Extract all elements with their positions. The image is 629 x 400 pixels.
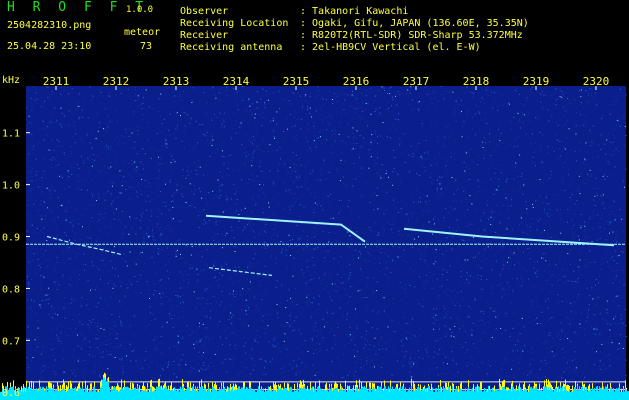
x-tick-label: 2311 (43, 75, 70, 88)
x-tick-label: 2312 (103, 75, 130, 88)
info-value-antenna: : 2el-HB9CV Vertical (el. E-W) (300, 42, 481, 53)
x-tick-label: 2320 (583, 75, 610, 88)
info-value-observer: : Takanori Kawachi (300, 6, 409, 17)
info-key-receiver: Receiver (180, 30, 229, 41)
y-tick-label: 0.7 (2, 336, 20, 347)
info-key-antenna: Receiving antenna (180, 42, 283, 53)
info-value-location: : Ogaki, Gifu, JAPAN (136.60E, 35.35N) (300, 18, 529, 29)
x-tick-label: 2314 (223, 75, 250, 88)
spectrogram-plot: 2311 2312 2313 2314 2315 2316 2317 2318 2319 2320… (0, 75, 629, 400)
x-tick-label: 2317 (403, 75, 430, 88)
header: H R O F F T 1.0.0 2504282310.png meteor … (0, 0, 629, 70)
info-key-location: Receiving Location (180, 18, 289, 29)
detection-count: 73 (140, 41, 153, 52)
y-tick-label: 1.1 (2, 129, 20, 140)
mode-label: meteor (124, 27, 161, 38)
y-tick-label: 1.0 (2, 181, 20, 192)
x-tick-label: 2319 (523, 75, 550, 88)
file-name: 2504282310.png (7, 20, 92, 31)
x-tick-label: 2316 (343, 75, 370, 88)
info-value-receiver: : R820T2(RTL-SDR) SDR-Sharp 53.372MHz (300, 30, 523, 41)
plot-background (26, 86, 626, 400)
app-version: 1.0.0 (126, 5, 154, 15)
y-tick-label: 0.9 (2, 233, 20, 244)
timestamp: 25.04.28 23:10 (7, 41, 92, 52)
y-tick-label: 0.6 (2, 388, 20, 399)
x-tick-label: 2313 (163, 75, 190, 88)
y-tick-label: 0.8 (2, 284, 20, 295)
info-key-observer: Observer (180, 6, 229, 17)
x-tick-label: 2318 (463, 75, 490, 88)
x-tick-label: 2315 (283, 75, 310, 88)
